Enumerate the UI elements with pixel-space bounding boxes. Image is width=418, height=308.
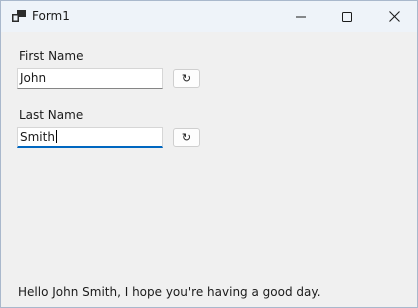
minimize-button[interactable]: [278, 1, 324, 32]
refresh-icon: ↻: [181, 72, 192, 85]
last-name-field[interactable]: Smith: [17, 127, 163, 148]
first-name-reset-button[interactable]: ↻: [173, 69, 200, 88]
maximize-button[interactable]: [324, 1, 370, 32]
greeting-message: Hello John Smith, I hope you're having a…: [18, 285, 321, 299]
first-name-label: First Name: [19, 49, 84, 63]
text-caret: [55, 130, 57, 143]
last-name-label: Last Name: [19, 108, 84, 122]
title-bar[interactable]: Form1: [1, 1, 417, 32]
first-name-field[interactable]: John: [17, 68, 163, 89]
last-name-value: Smith: [20, 130, 55, 144]
form-window: Form1 First Name John ↻ Last Name Smith …: [0, 0, 418, 308]
last-name-reset-button[interactable]: ↻: [173, 128, 200, 147]
windows-forms-app-icon: [12, 10, 26, 22]
close-icon: [388, 11, 400, 22]
close-button[interactable]: [371, 1, 417, 32]
maximize-icon: [342, 11, 352, 22]
refresh-icon: ↻: [181, 131, 192, 144]
minimize-icon: [296, 16, 306, 17]
first-name-value: John: [20, 71, 47, 85]
window-title: Form1: [32, 9, 70, 23]
